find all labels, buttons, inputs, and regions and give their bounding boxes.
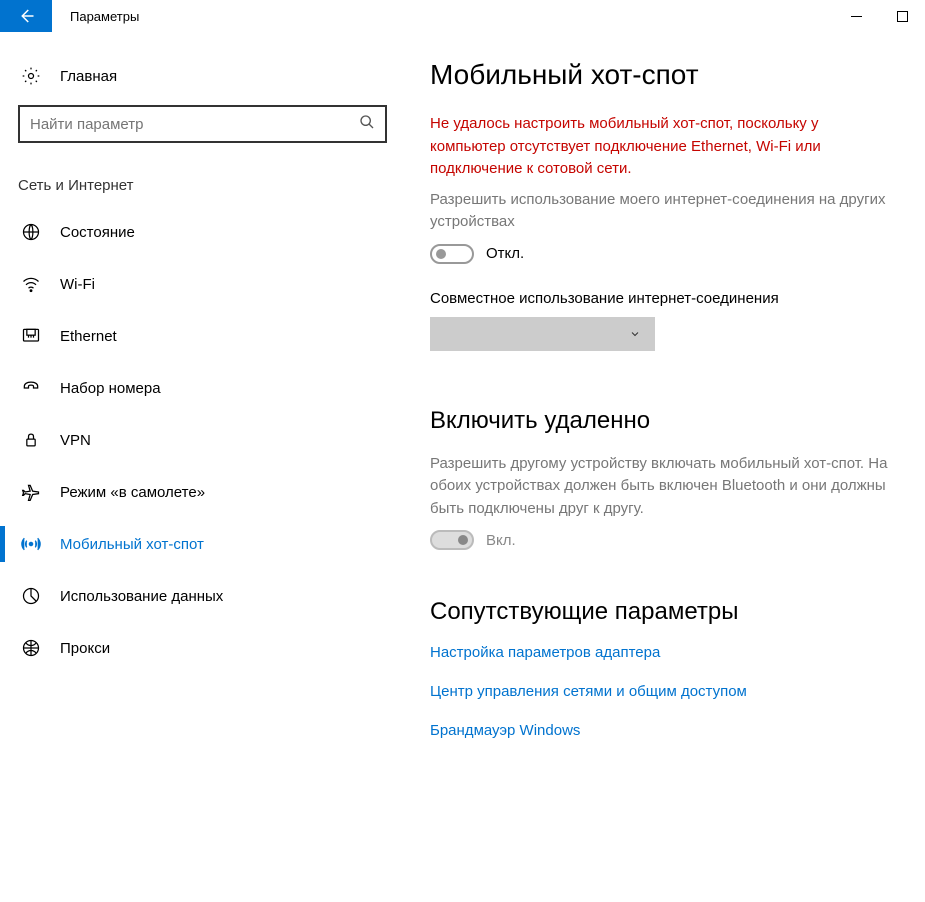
data-usage-icon	[20, 586, 42, 606]
window-controls	[833, 0, 925, 32]
hotspot-icon	[20, 534, 42, 554]
share-toggle[interactable]	[430, 244, 474, 264]
sidebar-item-status[interactable]: Состояние	[0, 206, 405, 258]
page-title: Мобильный хот-спот	[430, 59, 895, 91]
minimize-button[interactable]	[833, 0, 879, 33]
sidebar-nav: Состояние Wi-Fi Ethernet Набор номера	[0, 206, 405, 674]
remote-toggle-label: Вкл.	[486, 532, 516, 549]
sidebar-item-label: Использование данных	[60, 588, 223, 605]
search-input-wrapper[interactable]	[18, 105, 387, 143]
remote-description: Разрешить другому устройству включать мо…	[430, 453, 895, 521]
sidebar-item-label: Ethernet	[60, 328, 117, 345]
home-button[interactable]: Главная	[18, 59, 387, 105]
sidebar-item-datausage[interactable]: Использование данных	[0, 570, 405, 622]
maximize-button[interactable]	[879, 0, 925, 33]
related-section-title: Сопутствующие параметры	[430, 598, 895, 626]
airplane-icon	[20, 482, 42, 502]
sidebar-item-label: Состояние	[60, 224, 135, 241]
share-description: Разрешить использование моего интернет-с…	[430, 189, 895, 234]
search-icon	[359, 114, 375, 134]
back-button[interactable]	[0, 0, 52, 32]
sidebar-item-label: Мобильный хот-спот	[60, 536, 204, 553]
sidebar-item-wifi[interactable]: Wi-Fi	[0, 258, 405, 310]
sidebar-item-airplane[interactable]: Режим «в самолете»	[0, 466, 405, 518]
search-input[interactable]	[30, 116, 359, 133]
sidebar-item-label: Wi-Fi	[60, 276, 95, 293]
home-label: Главная	[60, 68, 117, 85]
proxy-icon	[20, 638, 42, 658]
link-windows-firewall[interactable]: Брандмауэр Windows	[430, 722, 895, 739]
titlebar: Параметры	[0, 0, 925, 33]
remote-toggle[interactable]	[430, 530, 474, 550]
sidebar-item-dialup[interactable]: Набор номера	[0, 362, 405, 414]
gear-icon	[20, 65, 42, 87]
sidebar-item-label: VPN	[60, 432, 91, 449]
sidebar-item-vpn[interactable]: VPN	[0, 414, 405, 466]
sidebar-item-label: Прокси	[60, 640, 110, 657]
share-from-label: Совместное использование интернет-соедин…	[430, 290, 895, 307]
wifi-icon	[20, 274, 42, 294]
globe-icon	[20, 222, 42, 242]
error-message: Не удалось настроить мобильный хот-спот,…	[430, 113, 895, 181]
share-from-dropdown[interactable]	[430, 317, 655, 351]
content-panel: Мобильный хот-спот Не удалось настроить …	[405, 33, 925, 902]
ethernet-icon	[20, 326, 42, 346]
sidebar-category: Сеть и Интернет	[18, 171, 387, 206]
link-network-sharing-center[interactable]: Центр управления сетями и общим доступом	[430, 683, 895, 700]
remote-section-title: Включить удаленно	[430, 407, 895, 435]
window-title: Параметры	[52, 0, 833, 32]
link-adapter-settings[interactable]: Настройка параметров адаптера	[430, 644, 895, 661]
sidebar-item-label: Набор номера	[60, 380, 161, 397]
sidebar: Главная Сеть и Интернет Состояние	[0, 33, 405, 902]
vpn-icon	[20, 430, 42, 450]
sidebar-item-ethernet[interactable]: Ethernet	[0, 310, 405, 362]
share-toggle-label: Откл.	[486, 245, 524, 262]
phone-icon	[20, 378, 42, 398]
sidebar-item-proxy[interactable]: Прокси	[0, 622, 405, 674]
sidebar-item-label: Режим «в самолете»	[60, 484, 205, 501]
sidebar-item-hotspot[interactable]: Мобильный хот-спот	[0, 518, 405, 570]
